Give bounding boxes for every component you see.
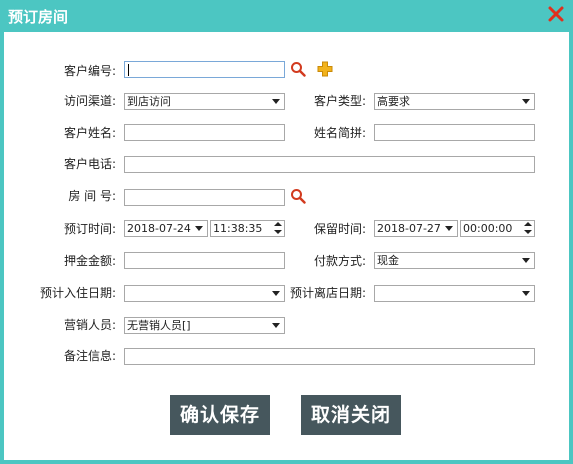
customer-name-input[interactable] bbox=[124, 124, 285, 141]
deposit-label: 押金金额: bbox=[63, 254, 116, 268]
checkin-date-label: 预计入住日期: bbox=[39, 286, 116, 300]
chevron-down-icon bbox=[272, 99, 280, 104]
channel-select[interactable]: 到店访问 bbox=[124, 93, 285, 110]
customer-type-label: 客户类型: bbox=[313, 94, 366, 108]
hold-date-picker[interactable]: 2018-07-27 bbox=[374, 220, 458, 237]
room-no-input[interactable] bbox=[124, 189, 285, 206]
book-date-picker[interactable]: 2018-07-24 bbox=[124, 220, 208, 237]
chevron-down-icon bbox=[522, 291, 530, 296]
customer-no-input[interactable] bbox=[124, 61, 285, 78]
spinner-arrows-icon[interactable] bbox=[524, 222, 532, 235]
close-icon[interactable] bbox=[547, 5, 565, 23]
sales-select[interactable]: 无营销人员[] bbox=[124, 317, 285, 334]
sales-label: 营销人员: bbox=[63, 318, 116, 332]
cancel-close-button[interactable]: 取消关闭 bbox=[301, 395, 401, 435]
form-body: 客户编号: 访问渠道: 到店访问 客户类型: 高要求 客户姓名: 姓名简拼: 客… bbox=[4, 32, 569, 460]
search-icon[interactable] bbox=[290, 188, 306, 204]
dialog-window: 预订房间 客户编号: 访问渠道: 到店访问 客户类型: 高要求 客户姓名: 姓名… bbox=[0, 0, 573, 464]
confirm-save-button[interactable]: 确认保存 bbox=[170, 395, 270, 435]
chevron-down-icon bbox=[522, 99, 530, 104]
deposit-input[interactable] bbox=[124, 252, 285, 269]
dialog-title: 预订房间 bbox=[8, 8, 69, 26]
add-icon[interactable] bbox=[317, 61, 333, 77]
room-no-label: 房 间 号: bbox=[68, 189, 116, 203]
phone-input[interactable] bbox=[124, 156, 535, 173]
book-time-spinner[interactable]: 11:38:35 bbox=[210, 220, 285, 237]
chevron-down-icon bbox=[445, 226, 453, 231]
remarks-input[interactable] bbox=[124, 348, 535, 365]
title-bar[interactable]: 预订房间 bbox=[0, 0, 573, 32]
payment-label: 付款方式: bbox=[313, 254, 366, 268]
phone-label: 客户电话: bbox=[63, 157, 116, 171]
spinner-arrows-icon[interactable] bbox=[274, 222, 282, 235]
chevron-down-icon bbox=[522, 258, 530, 263]
checkout-date-label: 预计离店日期: bbox=[289, 286, 366, 300]
hold-time-spinner[interactable]: 00:00:00 bbox=[460, 220, 535, 237]
customer-no-label: 客户编号: bbox=[63, 64, 116, 78]
chevron-down-icon bbox=[272, 323, 280, 328]
payment-select[interactable]: 现金 bbox=[374, 252, 535, 269]
remarks-label: 备注信息: bbox=[63, 349, 116, 363]
chevron-down-icon bbox=[195, 226, 203, 231]
customer-name-label: 客户姓名: bbox=[63, 126, 116, 140]
book-time-label: 预订时间: bbox=[63, 222, 116, 236]
name-pinyin-input[interactable] bbox=[374, 124, 535, 141]
chevron-down-icon bbox=[272, 291, 280, 296]
channel-label: 访问渠道: bbox=[63, 94, 116, 108]
checkout-date-picker[interactable] bbox=[374, 285, 535, 302]
search-icon[interactable] bbox=[290, 61, 306, 77]
checkin-date-picker[interactable] bbox=[124, 285, 285, 302]
hold-time-label: 保留时间: bbox=[313, 222, 366, 236]
name-pinyin-label: 姓名简拼: bbox=[313, 126, 366, 140]
customer-type-select[interactable]: 高要求 bbox=[374, 93, 535, 110]
